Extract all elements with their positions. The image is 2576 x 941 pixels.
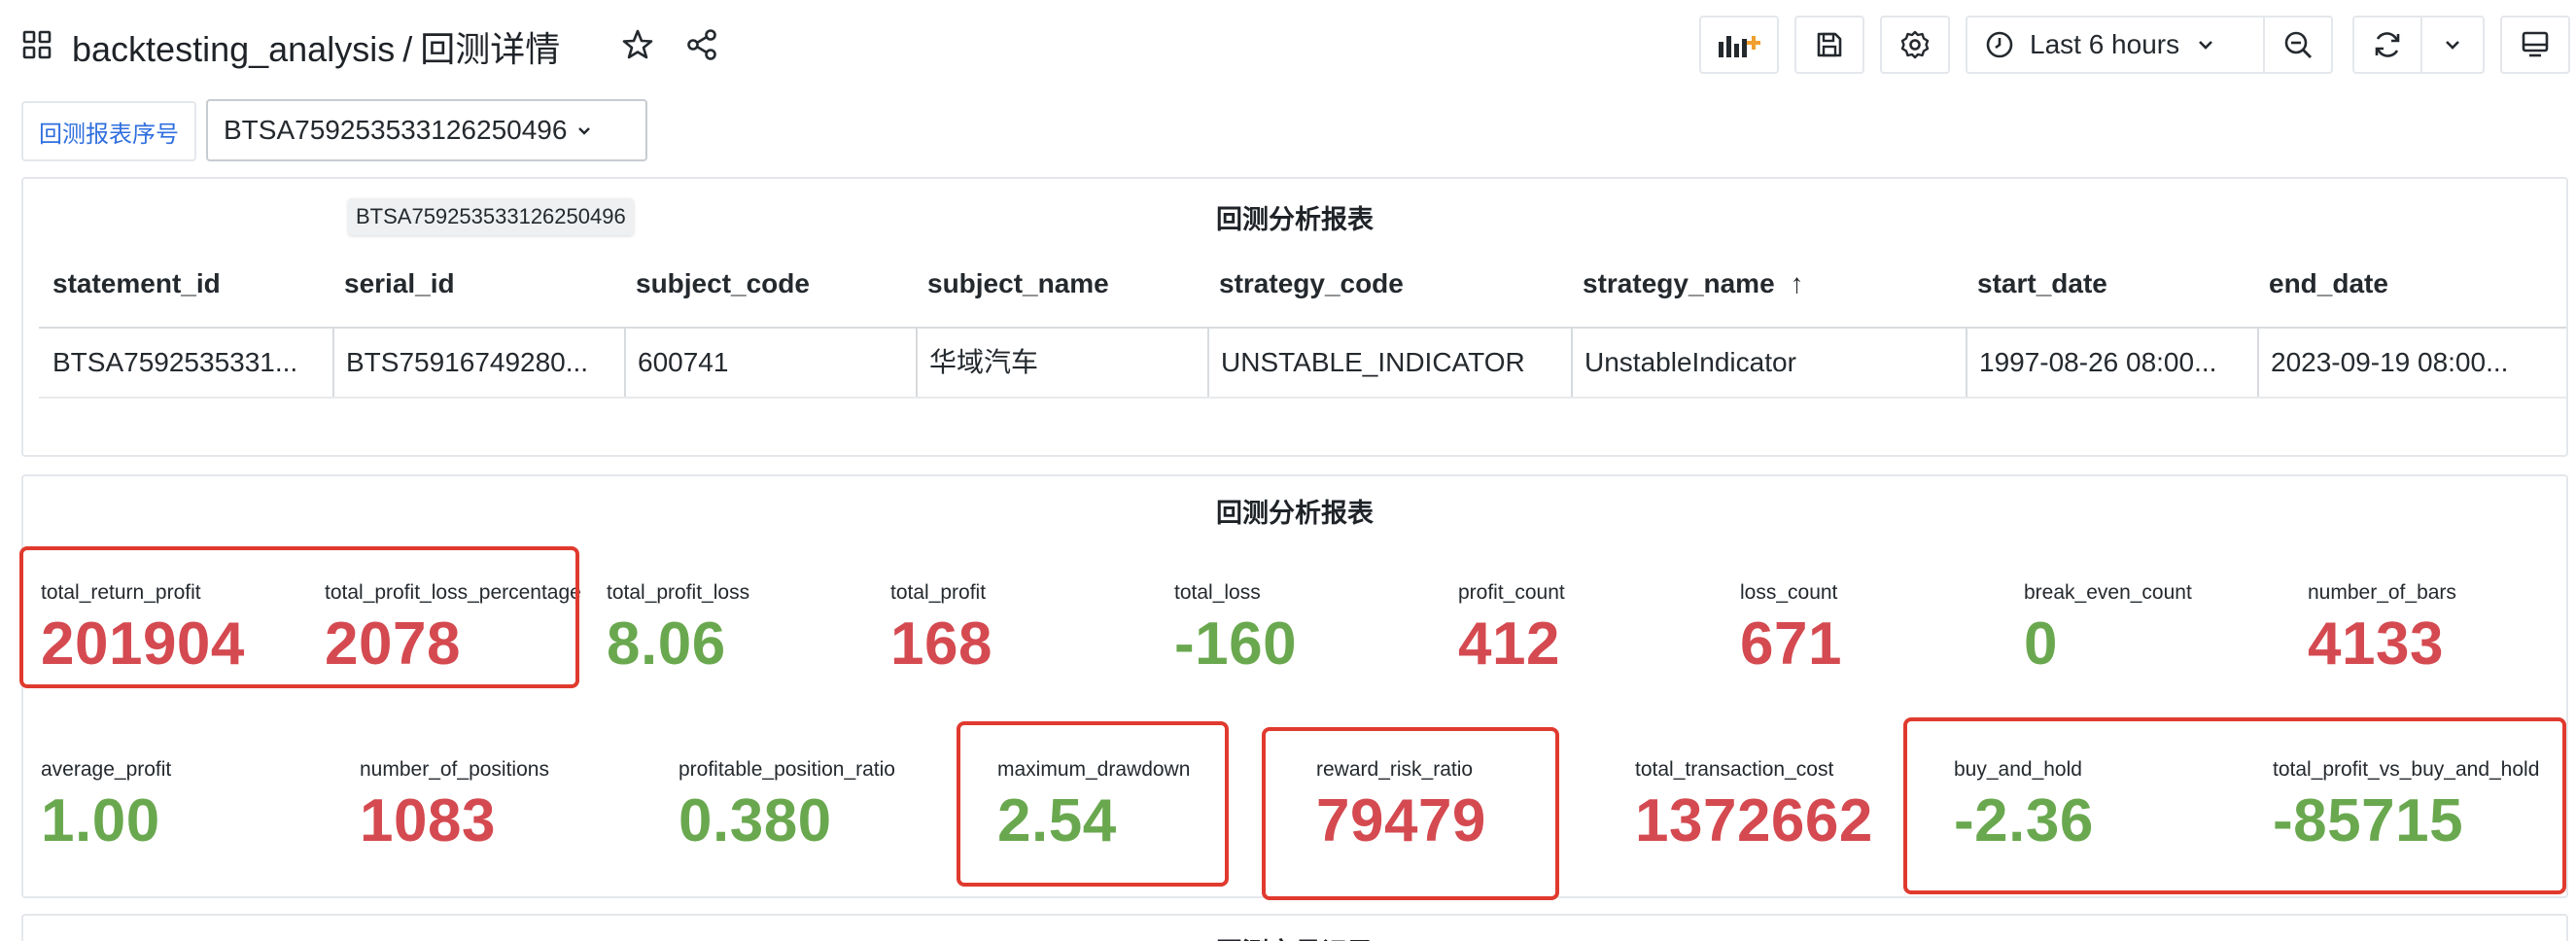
column-header[interactable]: start_date [1977,257,2107,311]
stat-label: total_loss [1174,581,1261,604]
table-header: statement_id serial_id subject_code subj… [23,257,2566,311]
panel-title: 回测交易记录 [23,931,2566,941]
settings-icon [1900,30,1930,59]
stat-label: break_even_count [2024,581,2192,604]
trade-records-panel: 回测交易记录 [21,914,2568,941]
stat-profitable-position-ratio: profitable_position_ratio 0.380 [679,758,895,852]
chevron-down-icon [2199,41,2213,50]
column-header[interactable]: statement_id [52,257,221,311]
stat-value: 1372662 [1635,787,1873,854]
dashboard-folder-link[interactable]: backtesting_analysis [72,29,395,69]
stat-label: total_profit_loss [607,581,750,604]
variable-label: 回测报表序号 [21,101,196,161]
column-header[interactable]: end_date [2269,257,2388,311]
tv-mode-icon [2522,31,2549,57]
stat-value: 4133 [2308,610,2444,678]
refresh-icon [2375,32,2400,57]
dashboard-settings-button[interactable] [1880,16,1950,74]
stat-value: 412 [1458,610,1560,678]
clock-icon [1986,31,2013,58]
table-cell: 600741 [624,329,916,397]
stat-number-of-bars: number_of_bars 4133 [2308,581,2456,675]
stat-label: number_of_positions [360,758,549,781]
table-cell: UNSTABLE_INDICATOR [1207,329,1571,397]
stat-value: 0.380 [679,787,832,854]
title-separator: / [402,29,413,69]
top-bar: backtesting_analysis / 回测详情 Last 6 hours [0,0,2576,89]
tv-mode-button[interactable] [2500,16,2570,74]
star-icon[interactable] [620,27,655,62]
refresh-interval-button[interactable] [2420,16,2485,74]
share-icon[interactable] [684,27,719,62]
stat-value: 1083 [360,787,496,854]
stat-label: total_transaction_cost [1635,758,1834,781]
dashboard-title: 回测详情 [420,29,561,69]
stat-value: 0 [2024,610,2058,678]
panel-title: 回测分析报表 [1216,499,1374,528]
add-panel-button[interactable] [1699,16,1779,74]
time-range-picker[interactable]: Last 6 hours [1966,16,2265,74]
column-header[interactable]: subject_name [927,257,1109,311]
table-row-divider [39,397,2566,399]
column-header-sorted[interactable]: strategy_name ↑ [1583,257,1803,311]
stat-loss-count: loss_count 671 [1740,581,1842,675]
stat-profit-count: profit_count 412 [1458,581,1565,675]
stat-break-even-count: break_even_count 0 [2024,581,2192,675]
stat-label: profit_count [1458,581,1565,604]
table-cell: BTSA7592535331... [52,347,298,377]
time-range-label: Last 6 hours [2030,29,2180,59]
save-icon [1817,32,1842,57]
column-header[interactable]: subject_code [636,257,810,311]
page-title: backtesting_analysis / 回测详情 [72,21,560,72]
table-row[interactable]: BTSA7592535331... BTS75916749280... 6007… [23,329,2566,397]
sort-ascending-icon: ↑ [1790,268,1804,298]
stat-label: total_profit [890,581,987,604]
add-panel-icon [1719,36,1760,57]
stat-label: number_of_bars [2308,581,2456,604]
highlight-box [19,546,579,688]
stat-value: 1.00 [41,787,160,854]
apps-icon[interactable] [21,29,52,60]
table-cell: 华域汽车 [916,329,1207,397]
stat-label: average_profit [41,758,172,781]
variable-selected-value: BTSA759253533126250496 [224,115,568,145]
zoom-out-button[interactable] [2263,16,2333,74]
highlight-box [1903,717,2566,894]
stat-value: 168 [890,610,992,678]
highlight-box [957,721,1229,887]
variable-select[interactable]: BTSA759253533126250496 [206,99,647,161]
table-cell: 1997-08-26 08:00... [1966,329,2257,397]
chevron-down-icon [578,127,591,135]
column-header[interactable]: strategy_code [1219,257,1404,311]
column-header[interactable]: serial_id [344,257,455,311]
table-cell: BTS75916749280... [332,329,624,397]
stat-total-profit-loss: total_profit_loss 8.06 [607,581,749,675]
table-cell: UnstableIndicator [1571,329,1966,397]
table-cell: 2023-09-19 08:00... [2257,329,2549,397]
zoom-out-icon [2284,31,2312,58]
stat-total-profit: total_profit 168 [890,581,992,675]
stat-value: 8.06 [607,610,726,678]
column-header-label: strategy_name [1583,268,1775,298]
stat-label: loss_count [1740,581,1838,604]
stat-total-loss: total_loss -160 [1174,581,1297,675]
stat-total-transaction-cost: total_transaction_cost 1372662 [1635,758,1873,852]
table-panel: 回测分析报表 BTSA759253533126250496 statement_… [21,177,2568,457]
highlight-box [1262,727,1559,900]
stat-value: 671 [1740,610,1842,678]
stat-number-of-positions: number_of_positions 1083 [360,758,549,852]
refresh-button[interactable] [2352,16,2422,74]
chevron-down-icon [2446,41,2459,50]
stat-average-profit: average_profit 1.00 [41,758,171,852]
stat-label: profitable_position_ratio [679,758,895,781]
save-dashboard-button[interactable] [1794,16,1864,74]
stat-value: -160 [1174,610,1298,678]
tooltip: BTSA759253533126250496 [348,198,634,235]
